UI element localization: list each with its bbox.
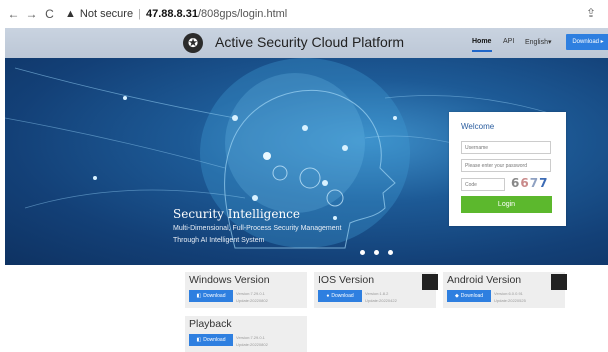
username-field[interactable]: Username: [461, 141, 551, 154]
password-field[interactable]: Please enter your password: [461, 159, 551, 172]
download-label: Download: [203, 337, 226, 343]
card-title: Playback: [189, 318, 232, 330]
nav-api[interactable]: API: [503, 38, 514, 45]
carousel-dot-2[interactable]: [374, 250, 379, 255]
url-path: /808gps/login.html: [197, 8, 288, 20]
update-text: Update:20220802: [236, 342, 268, 347]
site-header: ✪ Active Security Cloud Platform Home AP…: [5, 28, 608, 58]
carousel-dot-3[interactable]: [388, 250, 393, 255]
update-text: Update:20220525: [494, 298, 526, 303]
card-title: IOS Version: [318, 274, 375, 286]
carousel-dot-1[interactable]: [360, 250, 365, 255]
hero-subtitle-line2: Through AI Intelligent System: [173, 237, 265, 244]
card-title: Android Version: [447, 274, 522, 286]
download-card-android: Android Version ◆ Download Version:6.0.0.…: [443, 272, 567, 308]
language-select[interactable]: English▾: [525, 38, 551, 46]
update-text: Update:20220802: [236, 298, 268, 303]
version-text: Version:6.0.0.91: [494, 291, 523, 296]
version-text: Version:7.29.0.1: [236, 335, 265, 340]
android-download-button[interactable]: ◆ Download: [447, 290, 491, 302]
playback-download-button[interactable]: ◧ Download: [189, 334, 233, 346]
url-host: 47.88.8.31: [145, 8, 198, 20]
header-download-button[interactable]: Download ▸: [566, 34, 608, 50]
windows-icon: ◧: [196, 337, 202, 343]
android-icon: ◆: [454, 293, 459, 299]
qr-code-icon: [551, 274, 567, 290]
captcha-char: 6: [511, 176, 521, 190]
site-title: Active Security Cloud Platform: [215, 34, 405, 50]
card-title: Windows Version: [189, 274, 270, 286]
download-label: Download: [460, 293, 484, 299]
not-secure-label: Not secure: [79, 8, 134, 20]
captcha-char: 6: [520, 176, 530, 190]
update-text: Update:20220422: [365, 298, 397, 303]
nav-home[interactable]: Home: [472, 38, 491, 45]
captcha-char: 7: [529, 176, 540, 190]
hero-title: Security Intelligence: [173, 207, 301, 221]
back-icon[interactable]: ←: [6, 7, 21, 21]
windows-icon: ◧: [196, 293, 202, 299]
captcha-code-field[interactable]: Code: [461, 178, 505, 191]
download-card-playback: Playback ◧ Download Version:7.29.0.1 Upda…: [185, 316, 307, 352]
url-separator: |: [138, 8, 141, 20]
hero-subtitle-line1: Multi-Dimensional, Full-Process Security…: [173, 225, 342, 232]
apple-icon: ●: [326, 293, 330, 299]
share-icon[interactable]: ⇪: [586, 6, 596, 20]
login-title: Welcome: [461, 122, 495, 131]
forward-icon[interactable]: →: [24, 7, 39, 21]
download-card-ios: IOS Version ● Download Version:1.8.2 Upda…: [314, 272, 438, 308]
download-card-windows: Windows Version ◧ Download Version:7.29.0…: [185, 272, 307, 308]
version-text: Version:1.8.2: [365, 291, 389, 296]
captcha-char: 7: [539, 176, 549, 190]
download-label: Download: [203, 293, 226, 299]
download-label: Download: [331, 293, 354, 299]
warning-icon: ▲: [65, 8, 76, 20]
qr-code-icon: [422, 274, 438, 290]
version-text: Version:7.29.0.1: [236, 291, 265, 296]
nav-home-underline: [472, 50, 492, 52]
ios-download-button[interactable]: ● Download: [318, 290, 362, 302]
reload-icon[interactable]: C: [42, 7, 57, 21]
logo-icon: ✪: [183, 33, 203, 53]
address-bar[interactable]: ▲ Not secure | 47.88.8.31 /808gps/login.…: [65, 4, 287, 24]
windows-download-button[interactable]: ◧ Download: [189, 290, 233, 302]
login-button[interactable]: Login: [461, 196, 552, 213]
captcha-image[interactable]: 6677: [511, 176, 553, 192]
login-panel: Welcome Username Please enter your passw…: [449, 112, 566, 226]
browser-toolbar: ← → C ▲ Not secure | 47.88.8.31 /808gps/…: [0, 0, 608, 28]
